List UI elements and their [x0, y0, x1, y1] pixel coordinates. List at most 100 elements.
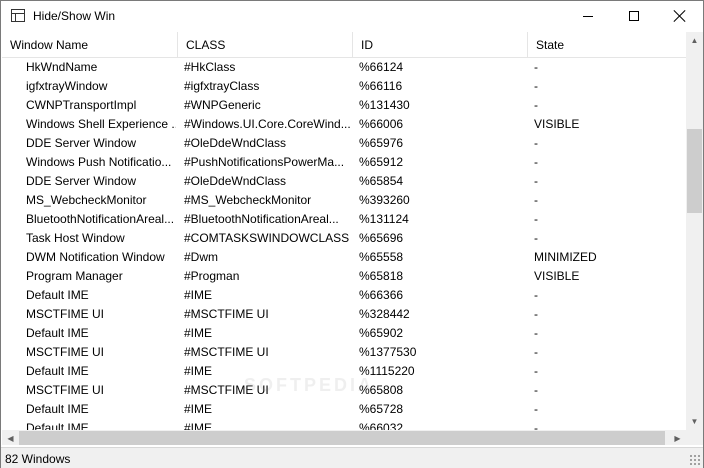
close-button[interactable] — [657, 1, 703, 31]
column-header-class[interactable]: CLASS — [178, 32, 353, 58]
id-cell: %65696 — [359, 231, 404, 245]
list-item[interactable]: HkWndName #HkClass %66124 - — [2, 58, 686, 77]
minimize-button[interactable] — [565, 1, 611, 31]
id-cell: %65558 — [359, 250, 404, 264]
watermark: SOFTPEDIA — [244, 375, 375, 395]
id-cell: %393260 — [359, 193, 410, 207]
class-cell: #IME — [184, 421, 213, 430]
id-cell: %328442 — [359, 307, 410, 321]
window-name-cell: Program Manager — [26, 269, 123, 283]
list-item[interactable]: Default IME #IME %66366 - — [2, 286, 686, 305]
window-list-icon — [11, 9, 25, 22]
id-cell: %131430 — [359, 98, 410, 112]
window-name-cell: DWM Notification Window — [26, 250, 165, 264]
scroll-right-arrow-icon[interactable]: ▶ — [669, 430, 686, 445]
id-cell: %65808 — [359, 383, 404, 397]
list-item[interactable]: MS_WebcheckMonitor #MS_WebcheckMonitor %… — [2, 191, 686, 210]
list-item[interactable]: DDE Server Window #OleDdeWndClass %65854… — [2, 172, 686, 191]
scroll-down-arrow-icon[interactable]: ▼ — [686, 413, 703, 430]
state-cell: - — [534, 136, 538, 150]
window-name-cell: BluetoothNotificationAreal... — [26, 212, 175, 226]
vertical-scrollbar[interactable]: ▲ ▼ — [686, 32, 703, 430]
list-item[interactable]: DWM Notification Window #Dwm %65558 MINI… — [2, 248, 686, 267]
id-cell: %65976 — [359, 136, 404, 150]
state-cell: - — [534, 79, 538, 93]
status-bar: 82 Windows — [1, 447, 703, 468]
list-item[interactable]: MSCTFIME UI #MSCTFIME UI %1377530 - — [2, 343, 686, 362]
state-cell: - — [534, 421, 538, 430]
state-cell: - — [534, 155, 538, 169]
window-list[interactable]: Window Name CLASS ID State HkWndName #Hk… — [2, 32, 704, 445]
horizontal-scrollbar[interactable]: ◀ ▶ — [2, 430, 686, 445]
state-cell: VISIBLE — [534, 117, 580, 131]
list-item[interactable]: CWNPTransportImpl #WNPGeneric %131430 - — [2, 96, 686, 115]
class-cell: #IME — [184, 326, 213, 340]
class-cell: #MSCTFIME UI — [184, 307, 269, 321]
class-cell: #WNPGeneric — [184, 98, 261, 112]
class-cell: #MSCTFIME UI — [184, 345, 269, 359]
list-item[interactable]: Task Host Window #COMTASKSWINDOWCLASS %6… — [2, 229, 686, 248]
id-cell: %66006 — [359, 117, 404, 131]
minimize-icon — [583, 15, 593, 17]
window-name-cell: Task Host Window — [26, 231, 125, 245]
close-icon — [674, 10, 686, 22]
title-bar[interactable]: Hide/Show Win — [1, 1, 703, 31]
class-cell: #IME — [184, 288, 213, 302]
id-cell: %131124 — [359, 212, 409, 226]
class-cell: #igfxtrayClass — [184, 79, 260, 93]
list-item[interactable]: Default IME #IME %65902 - — [2, 324, 686, 343]
app-window: Hide/Show Win Window Name CLASS ID State… — [0, 0, 704, 468]
window-name-cell: CWNPTransportImpl — [26, 98, 137, 112]
list-item[interactable]: igfxtrayWindow #igfxtrayClass %66116 - — [2, 77, 686, 96]
class-cell: #MS_WebcheckMonitor — [184, 193, 312, 207]
id-cell: %66366 — [359, 288, 404, 302]
column-header-state[interactable]: State — [528, 32, 686, 58]
class-cell: #PushNotificationsPowerMa... — [184, 155, 345, 169]
list-item[interactable]: Default IME #IME %65728 - — [2, 400, 686, 419]
window-name-cell: Windows Shell Experience ... — [26, 117, 176, 131]
state-cell: - — [534, 364, 538, 378]
scrollbar-corner — [686, 430, 703, 445]
scroll-up-arrow-icon[interactable]: ▲ — [686, 32, 703, 49]
column-header-id[interactable]: ID — [353, 32, 528, 58]
window-name-cell: DDE Server Window — [26, 136, 137, 150]
id-cell: %65854 — [359, 174, 404, 188]
maximize-icon — [629, 11, 639, 21]
id-cell: %66124 — [359, 60, 404, 74]
list-item[interactable]: Windows Shell Experience ... #Windows.UI… — [2, 115, 686, 134]
horizontal-scroll-thumb[interactable] — [19, 431, 665, 445]
id-cell: %1115220 — [359, 364, 415, 378]
id-cell: %65728 — [359, 402, 404, 416]
state-cell: - — [534, 60, 538, 74]
window-name-cell: Default IME — [26, 288, 89, 302]
window-name-cell: Default IME — [26, 421, 89, 430]
resize-grip-icon[interactable] — [689, 454, 701, 466]
state-cell: - — [534, 326, 538, 340]
list-item[interactable]: Default IME #IME %66032 - — [2, 419, 686, 430]
class-cell: #OleDdeWndClass — [184, 136, 287, 150]
list-item[interactable]: BluetoothNotificationAreal... #Bluetooth… — [2, 210, 686, 229]
state-cell: MINIMIZED — [534, 250, 597, 264]
list-item[interactable]: MSCTFIME UI #MSCTFIME UI %328442 - — [2, 305, 686, 324]
list-item[interactable]: Program Manager #Progman %65818 VISIBLE — [2, 267, 686, 286]
state-cell: VISIBLE — [534, 269, 580, 283]
state-cell: - — [534, 288, 538, 302]
vertical-scroll-thumb[interactable] — [687, 129, 702, 213]
window-count: 82 Windows — [5, 452, 71, 466]
id-cell: %1377530 — [359, 345, 417, 359]
class-cell: #IME — [184, 402, 213, 416]
state-cell: - — [534, 231, 538, 245]
class-cell: #Dwm — [184, 250, 219, 264]
list-item[interactable]: Windows Push Notificatio... #PushNotific… — [2, 153, 686, 172]
column-header: Window Name CLASS ID State — [2, 32, 686, 58]
list-item[interactable]: DDE Server Window #OleDdeWndClass %65976… — [2, 134, 686, 153]
class-cell: #COMTASKSWINDOWCLASS — [184, 231, 350, 245]
window-name-cell: Default IME — [26, 326, 89, 340]
state-cell: - — [534, 98, 538, 112]
id-cell: %65912 — [359, 155, 404, 169]
window-name-cell: MS_WebcheckMonitor — [26, 193, 147, 207]
state-cell: - — [534, 307, 538, 321]
column-header-window-name[interactable]: Window Name — [2, 32, 178, 58]
maximize-button[interactable] — [611, 1, 657, 31]
scroll-left-arrow-icon[interactable]: ◀ — [2, 430, 19, 445]
